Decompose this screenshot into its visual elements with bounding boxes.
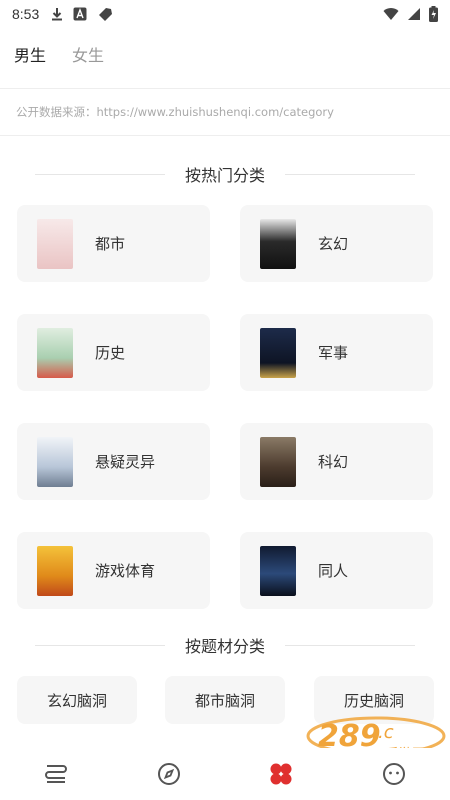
nav-profile[interactable] xyxy=(374,754,414,794)
category-label: 同人 xyxy=(318,562,349,580)
book-cover-image xyxy=(260,327,296,378)
category-card-junshi[interactable]: 军事 xyxy=(240,314,433,391)
divider xyxy=(34,644,165,646)
signal-icon xyxy=(408,8,420,20)
app-a-icon xyxy=(73,7,87,21)
category-card-xuanhuan[interactable]: 玄幻 xyxy=(240,205,433,282)
nav-bookshelf[interactable] xyxy=(36,754,76,794)
divider xyxy=(285,173,415,175)
bottom-nav xyxy=(0,748,450,800)
data-source-text: 公开数据来源：https://www.zhuishushenqi.com/cat… xyxy=(0,88,450,136)
category-card-youxi[interactable]: 游戏体育 xyxy=(17,532,210,609)
battery-icon xyxy=(429,6,438,22)
wifi-icon xyxy=(383,8,399,20)
category-card-dushi[interactable]: 都市 xyxy=(17,205,210,282)
category-label: 悬疑灵异 xyxy=(95,453,156,471)
category-card-xuanyi[interactable]: 悬疑灵异 xyxy=(17,423,210,500)
category-label: 科幻 xyxy=(318,453,349,471)
book-cover-image xyxy=(37,545,73,596)
compass-icon xyxy=(157,763,180,785)
book-cover-image xyxy=(37,436,73,487)
tab-female[interactable]: 女生 xyxy=(72,42,104,66)
tag-icon xyxy=(99,8,113,21)
hot-section-title: 按热门分类 xyxy=(184,166,265,185)
category-icon xyxy=(270,763,292,785)
nav-discover[interactable] xyxy=(149,754,189,794)
category-label: 都市 xyxy=(95,235,126,253)
category-label: 军事 xyxy=(318,344,349,362)
bookshelf-icon xyxy=(45,765,68,783)
category-card-tongren[interactable]: 同人 xyxy=(240,532,433,609)
category-label: 游戏体育 xyxy=(95,562,156,580)
gender-tabs: 男生 女生 xyxy=(14,42,104,66)
category-card-kehuan[interactable]: 科幻 xyxy=(240,423,433,500)
theme-section-title: 按题材分类 xyxy=(184,637,265,656)
status-time: 8:53 xyxy=(12,6,40,22)
theme-section-header: 按题材分类 xyxy=(0,633,450,657)
theme-button-xuanhuan[interactable]: 玄幻脑洞 xyxy=(17,676,137,724)
book-cover-image xyxy=(37,218,73,269)
svg-text:.c: .c xyxy=(378,722,394,743)
theme-button-dushi[interactable]: 都市脑洞 xyxy=(165,676,285,724)
status-bar: 8:53 xyxy=(0,0,450,28)
tab-male[interactable]: 男生 xyxy=(14,42,46,66)
category-card-lishi[interactable]: 历史 xyxy=(17,314,210,391)
divider xyxy=(34,173,165,175)
book-cover-image xyxy=(37,327,73,378)
profile-icon xyxy=(382,763,405,785)
nav-category[interactable] xyxy=(261,754,301,794)
book-cover-image xyxy=(260,545,296,596)
category-label: 历史 xyxy=(95,344,126,362)
download-icon xyxy=(52,8,63,21)
book-cover-image xyxy=(260,218,296,269)
hot-section-header: 按热门分类 xyxy=(0,162,450,186)
book-cover-image xyxy=(260,436,296,487)
divider xyxy=(285,644,415,646)
category-label: 玄幻 xyxy=(318,235,349,253)
